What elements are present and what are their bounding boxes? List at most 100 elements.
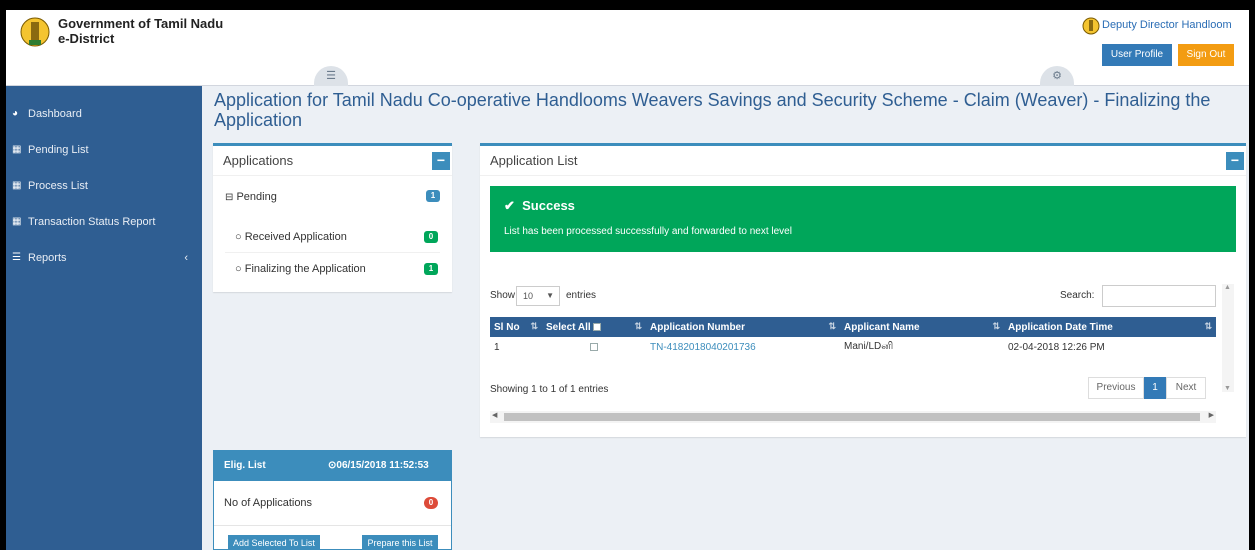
user-profile-button[interactable]: User Profile xyxy=(1102,44,1172,66)
hamburger-icon: ☰ xyxy=(326,70,336,82)
scroll-left-icon: ◀ xyxy=(492,412,498,419)
row-checkbox[interactable] xyxy=(590,342,598,351)
sidebar: ◕ Dashboard ▦ Pending List ▦ Process Lis… xyxy=(6,86,202,550)
previous-button[interactable]: Previous xyxy=(1088,377,1144,399)
elig-list-header: Elig. List ⊙06/15/2018 11:52:53 xyxy=(214,451,451,481)
applications-header: Applications − xyxy=(213,146,452,176)
table-header-row: Sl No ⇅ Select All ⇅ Application Number ⇅ … xyxy=(490,317,1216,337)
next-button[interactable]: Next xyxy=(1166,377,1206,399)
col-select-all[interactable]: Select All ⇅ xyxy=(542,317,646,337)
application-count-badge: 0 xyxy=(424,497,438,509)
cell-applicant-name: Mani/LDனி xyxy=(844,341,894,352)
scroll-up-icon: ▲ xyxy=(1224,284,1231,291)
sort-icon: ⇅ xyxy=(1204,321,1212,331)
elig-list-title: Elig. List xyxy=(224,460,266,471)
sort-asc-icon: ⇅ xyxy=(530,321,538,331)
page-1-button[interactable]: 1 xyxy=(1144,377,1166,399)
col-application-date-time[interactable]: Application Date Time ⇅ xyxy=(1004,317,1216,337)
show-label: Show xyxy=(490,290,516,301)
sidebar-item-label: Pending List xyxy=(28,144,89,156)
col-applicant-name[interactable]: Applicant Name ⇅ xyxy=(840,317,1004,337)
divider xyxy=(225,252,440,253)
success-title-text: Success xyxy=(522,198,575,213)
success-title: ✔ Success xyxy=(504,198,575,214)
pending-count-badge: 1 xyxy=(426,190,440,202)
grid-icon: ▦ xyxy=(12,180,22,191)
select-all-checkbox[interactable] xyxy=(593,322,602,331)
sort-icon: ⇅ xyxy=(992,321,1000,331)
circle-icon: ○ xyxy=(235,263,242,275)
application-number-link[interactable]: TN-4182018040201736 xyxy=(646,337,840,357)
col-application-number[interactable]: Application Number ⇅ xyxy=(646,317,840,337)
user-emblem-icon xyxy=(1082,17,1100,35)
cell-sl-no: 1 xyxy=(494,341,500,353)
pending-label: Pending xyxy=(236,191,277,203)
applications-box: Applications − ⊟ Pending 1 ○ Received Ap… xyxy=(213,143,452,292)
search-input[interactable] xyxy=(1102,285,1216,307)
table-info: Showing 1 to 1 of 1 entries xyxy=(490,384,609,395)
application-list-box: Application List − ✔ Success List has be… xyxy=(480,143,1246,437)
sidebar-item-dashboard[interactable]: ◕ Dashboard xyxy=(6,102,202,126)
sort-icon: ⇅ xyxy=(634,321,642,331)
list-item-finalizing-application[interactable]: ○ Finalizing the Application 1 xyxy=(213,254,452,284)
divider xyxy=(214,525,451,526)
prepare-list-button[interactable]: Prepare this List xyxy=(362,535,438,550)
scrollbar-thumb[interactable] xyxy=(504,413,1200,421)
success-alert: ✔ Success List has been processed succes… xyxy=(490,186,1236,252)
application-list-header: Application List − xyxy=(480,146,1246,176)
application-table: Sl No ⇅ Select All ⇅ Application Number ⇅ … xyxy=(490,317,1216,357)
horizontal-scrollbar[interactable]: ◀ ▶ xyxy=(490,411,1216,423)
sign-out-button[interactable]: Sign Out xyxy=(1178,44,1234,66)
entries-value: 10 xyxy=(523,291,534,301)
sidebar-item-transaction-status-report[interactable]: ▦ Transaction Status Report xyxy=(6,210,202,234)
org-subtitle: e-District xyxy=(58,31,115,46)
no-of-applications-label: No of Applications xyxy=(224,497,313,509)
settings-toggle-button[interactable]: ⚙ xyxy=(1040,66,1074,86)
sidebar-toggle-button[interactable]: ☰ xyxy=(314,66,348,86)
applications-collapse-button[interactable]: − xyxy=(432,152,450,170)
sidebar-item-process-list[interactable]: ▦ Process List xyxy=(6,174,202,198)
table-row: 1 TN-4182018040201736 Mani/LDனி 02-04-20… xyxy=(490,337,1216,357)
sidebar-item-label: Process List xyxy=(28,180,88,192)
received-application-label: Received Application xyxy=(244,231,347,243)
received-count-badge: 0 xyxy=(424,231,438,243)
pending-group[interactable]: ⊟ Pending 1 xyxy=(213,182,452,212)
sidebar-item-reports[interactable]: ☰ Reports ‹ xyxy=(6,246,202,270)
app-window: Government of Tamil Nadu e-District Depu… xyxy=(6,10,1249,550)
col-sl-no[interactable]: Sl No ⇅ xyxy=(490,317,542,337)
top-header: Government of Tamil Nadu e-District Depu… xyxy=(6,10,1249,86)
sidebar-item-pending-list[interactable]: ▦ Pending List xyxy=(6,138,202,162)
applications-title: Applications xyxy=(223,153,294,168)
caret-down-icon: ▼ xyxy=(546,291,554,300)
cell-select xyxy=(542,337,646,357)
success-message: List has been processed successfully and… xyxy=(504,226,792,237)
entries-label: entries xyxy=(566,290,597,301)
entries-select[interactable]: 10 ▼ xyxy=(516,286,560,306)
grid-icon: ▦ xyxy=(12,144,22,155)
sidebar-item-label: Reports xyxy=(28,252,67,264)
scroll-right-icon: ▶ xyxy=(1208,412,1214,419)
add-selected-to-list-button[interactable]: Add Selected To List xyxy=(228,535,320,550)
finalizing-count-badge: 1 xyxy=(424,263,438,275)
scroll-down-icon: ▼ xyxy=(1224,385,1231,392)
finalizing-application-label: Finalizing the Application xyxy=(244,263,366,275)
sort-icon: ⇅ xyxy=(828,321,836,331)
vertical-scrollbar[interactable]: ▲ ▼ xyxy=(1222,284,1234,392)
page-title: Application for Tamil Nadu Co-operative … xyxy=(214,90,1211,130)
list-icon: ☰ xyxy=(12,252,21,263)
search-label: Search: xyxy=(1060,290,1095,301)
grid-icon: ▦ xyxy=(12,216,22,227)
dashboard-icon: ◕ xyxy=(12,108,19,119)
cell-date-time: 02-04-2018 12:26 PM xyxy=(1008,341,1105,353)
tamil-nadu-emblem-icon xyxy=(20,17,50,47)
cogs-icon: ⚙ xyxy=(1052,70,1062,82)
inbox-icon: ⊟ xyxy=(225,192,234,203)
application-list-collapse-button[interactable]: − xyxy=(1226,152,1244,170)
user-name[interactable]: Deputy Director Handloom xyxy=(1102,19,1232,31)
elig-timestamp: ⊙06/15/2018 11:52:53 xyxy=(328,460,429,471)
sidebar-item-label: Dashboard xyxy=(28,108,82,120)
sidebar-item-label: Transaction Status Report xyxy=(28,216,156,228)
org-title: Government of Tamil Nadu xyxy=(58,16,224,31)
check-icon: ✔ xyxy=(504,198,515,213)
list-item-received-application[interactable]: ○ Received Application 0 xyxy=(213,222,452,252)
